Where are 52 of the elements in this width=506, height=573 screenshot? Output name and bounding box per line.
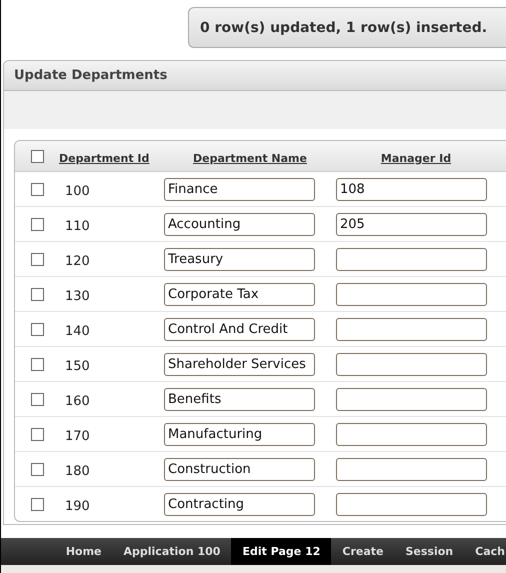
name-field[interactable]: Treasury: [164, 248, 315, 270]
row-checkbox[interactable]: [30, 252, 44, 266]
name-field[interactable]: Contracting: [164, 492, 315, 516]
name-field[interactable]: Construction: [164, 458, 315, 480]
manager-field[interactable]: [336, 352, 487, 376]
manager-field[interactable]: 108: [336, 178, 487, 200]
manager-field[interactable]: 205: [336, 212, 487, 236]
name-field[interactable]: Benefits: [164, 388, 315, 410]
table-cell-text: 130: [64, 288, 90, 304]
table-cell-text: 110: [64, 218, 90, 234]
name-field[interactable]: Corporate Tax: [164, 282, 315, 306]
select-all-checkbox[interactable]: [30, 150, 44, 162]
row-checkbox[interactable]: [30, 358, 44, 370]
row-checkbox[interactable]: [30, 288, 44, 300]
column-header[interactable]: Department Name: [193, 152, 307, 164]
row-checkbox[interactable]: [30, 218, 44, 230]
table-cell-text: 190: [64, 498, 90, 514]
name-field[interactable]: Manufacturing: [164, 422, 315, 446]
name-field[interactable]: Control And Credit: [164, 318, 315, 340]
table-cell-text: 100: [64, 184, 90, 198]
row-checkbox[interactable]: [30, 498, 44, 510]
manager-field[interactable]: [336, 388, 487, 410]
toolbar-link[interactable]: Application 100: [112, 538, 232, 565]
row-checkbox[interactable]: [30, 428, 44, 440]
manager-field[interactable]: [336, 422, 487, 446]
name-field[interactable]: Shareholder Services: [164, 352, 315, 376]
manager-field[interactable]: [336, 318, 487, 340]
row-checkbox[interactable]: [30, 322, 44, 336]
region-title: Update Departments: [14, 68, 168, 83]
column-header[interactable]: Department Id: [59, 152, 150, 164]
manager-field[interactable]: [336, 248, 487, 270]
success-message: 0 row(s) updated, 1 row(s) inserted.: [188, 7, 506, 48]
table-cell-text: 180: [64, 464, 90, 478]
column-header[interactable]: Manager Id: [380, 152, 452, 164]
table-cell-text: 120: [64, 254, 90, 268]
toolbar-link[interactable]: Cach: [464, 538, 506, 565]
name-field[interactable]: Finance: [164, 178, 315, 200]
toolbar-link[interactable]: Session: [394, 538, 464, 565]
table-cell-text: 140: [64, 324, 90, 338]
table-cell-text: 170: [64, 428, 90, 444]
manager-field[interactable]: [336, 458, 487, 480]
manager-field[interactable]: [336, 282, 487, 306]
toolbar-link[interactable]: Edit Page 12: [231, 538, 332, 565]
toolbar-link[interactable]: Home: [54, 538, 112, 565]
row-checkbox[interactable]: [30, 182, 44, 196]
row-checkbox[interactable]: [30, 392, 44, 406]
row-checkbox[interactable]: [30, 462, 44, 476]
table-cell-text: 160: [64, 394, 90, 408]
table-cell-text: 150: [64, 358, 90, 374]
manager-field[interactable]: [336, 492, 487, 516]
toolbar-link[interactable]: Create: [331, 538, 394, 565]
name-field[interactable]: Accounting: [164, 212, 315, 236]
